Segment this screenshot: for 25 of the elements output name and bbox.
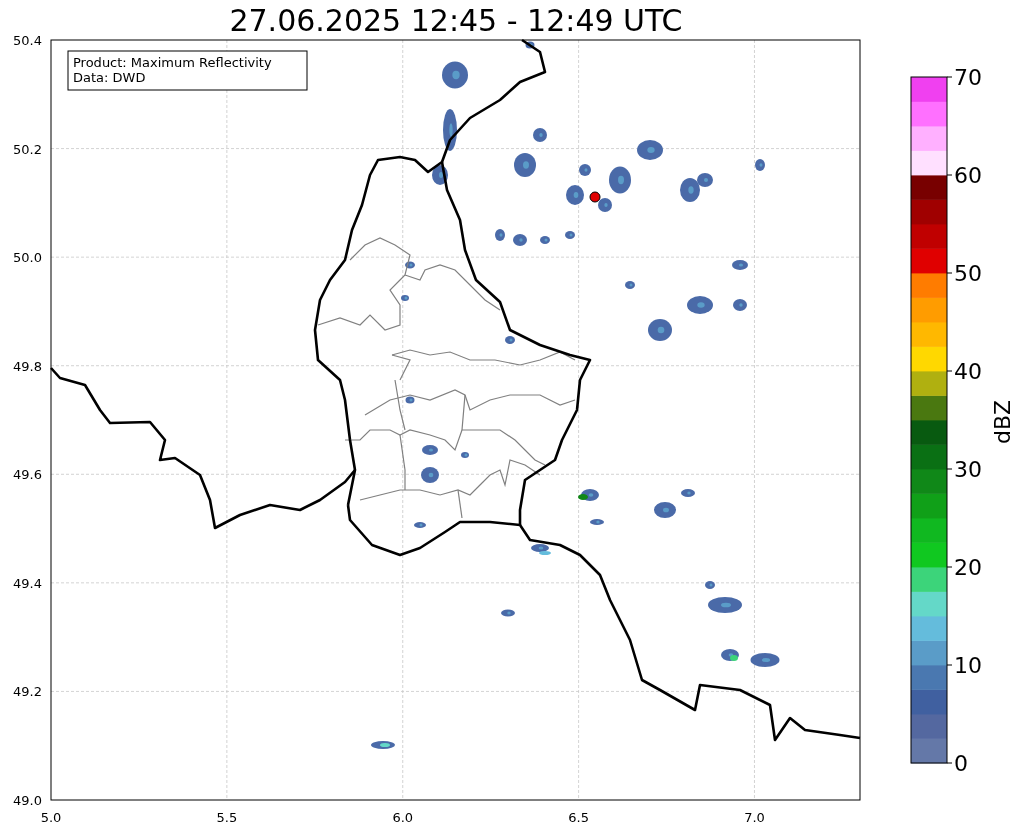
y-tick-label: 49.6 xyxy=(13,467,42,483)
chart-title: 27.06.2025 12:45 - 12:49 UTC xyxy=(229,3,683,38)
colorbar-tick-label: 10 xyxy=(954,653,982,678)
colorbar-tick-label: 70 xyxy=(954,65,982,90)
colorbar-tick-label: 40 xyxy=(954,359,982,384)
x-tick-label: 5.5 xyxy=(216,810,238,825)
info-text: Data: DWD xyxy=(73,70,146,85)
y-tick-label: 50.2 xyxy=(13,141,42,157)
x-tick-label: 6.5 xyxy=(568,810,589,825)
y-tick-label: 49.0 xyxy=(13,793,42,808)
x-tick-label: 6.0 xyxy=(392,810,414,825)
colorbar-tick-label: 20 xyxy=(954,555,982,580)
y-tick-label: 50.4 xyxy=(13,33,42,48)
colorbar-tick-label: 30 xyxy=(954,457,982,482)
y-tick-label: 49.2 xyxy=(13,684,42,700)
y-tick-label: 50.0 xyxy=(13,250,42,266)
colorbar-tick-label: 60 xyxy=(954,163,982,188)
colorbar-tick-label: 50 xyxy=(954,261,982,286)
y-tick-label: 49.8 xyxy=(13,358,42,374)
colorbar-label: dBZ xyxy=(990,399,1015,445)
y-tick-label: 49.4 xyxy=(13,575,42,591)
x-tick-label: 5.0 xyxy=(40,810,62,825)
info-text: Product: Maximum Reflectivity xyxy=(73,55,272,70)
colorbar-tick-label: 0 xyxy=(954,751,968,776)
x-tick-label: 7.0 xyxy=(744,810,765,825)
